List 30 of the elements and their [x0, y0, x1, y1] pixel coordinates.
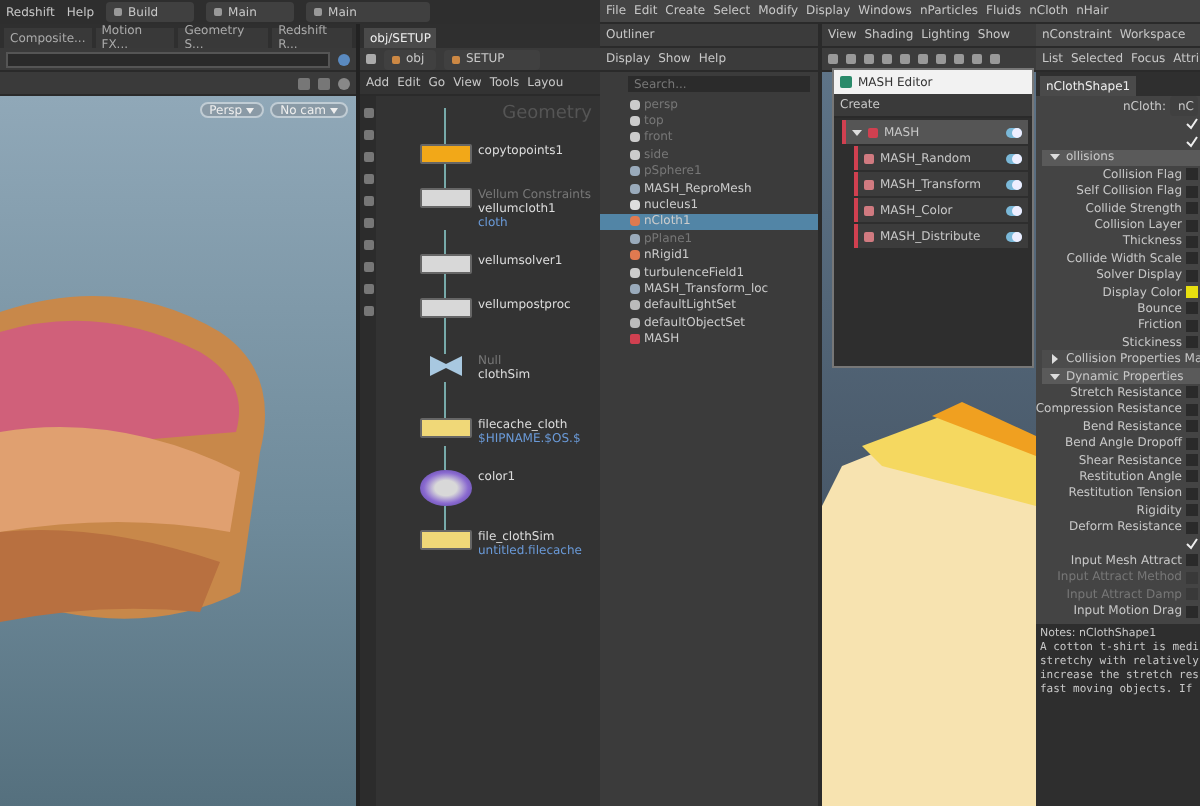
tool-icon[interactable]	[363, 196, 373, 206]
toggle[interactable]	[1006, 179, 1022, 189]
checkbox[interactable]	[1184, 134, 1198, 149]
tool-icon[interactable]	[363, 218, 373, 228]
tool-icon[interactable]	[363, 152, 373, 162]
node[interactable]	[420, 470, 472, 506]
node[interactable]	[420, 530, 472, 550]
checkbox[interactable]	[1184, 536, 1198, 551]
checkbox[interactable]	[1184, 117, 1198, 132]
tool-icon[interactable]	[363, 306, 373, 316]
node[interactable]	[420, 254, 472, 274]
caret-icon	[246, 107, 255, 113]
path-field[interactable]	[6, 51, 330, 67]
tool-icon[interactable]	[363, 262, 373, 272]
caret-icon	[330, 107, 338, 113]
tool-icon[interactable]	[363, 108, 373, 118]
null-node-icon[interactable]	[426, 354, 466, 378]
tool-icon[interactable]	[363, 174, 373, 184]
tool-icon[interactable]	[363, 240, 373, 250]
tool-icon[interactable]	[363, 284, 373, 294]
toggle[interactable]	[1006, 205, 1022, 215]
node[interactable]	[420, 144, 472, 164]
color-swatch[interactable]	[1186, 286, 1198, 299]
tool-icon[interactable]	[363, 130, 373, 140]
toggle[interactable]	[1006, 231, 1022, 241]
node[interactable]	[420, 188, 472, 208]
toggle[interactable]	[1006, 127, 1022, 137]
node[interactable]	[420, 418, 472, 438]
toggle[interactable]	[1006, 153, 1022, 163]
node[interactable]	[420, 298, 472, 318]
